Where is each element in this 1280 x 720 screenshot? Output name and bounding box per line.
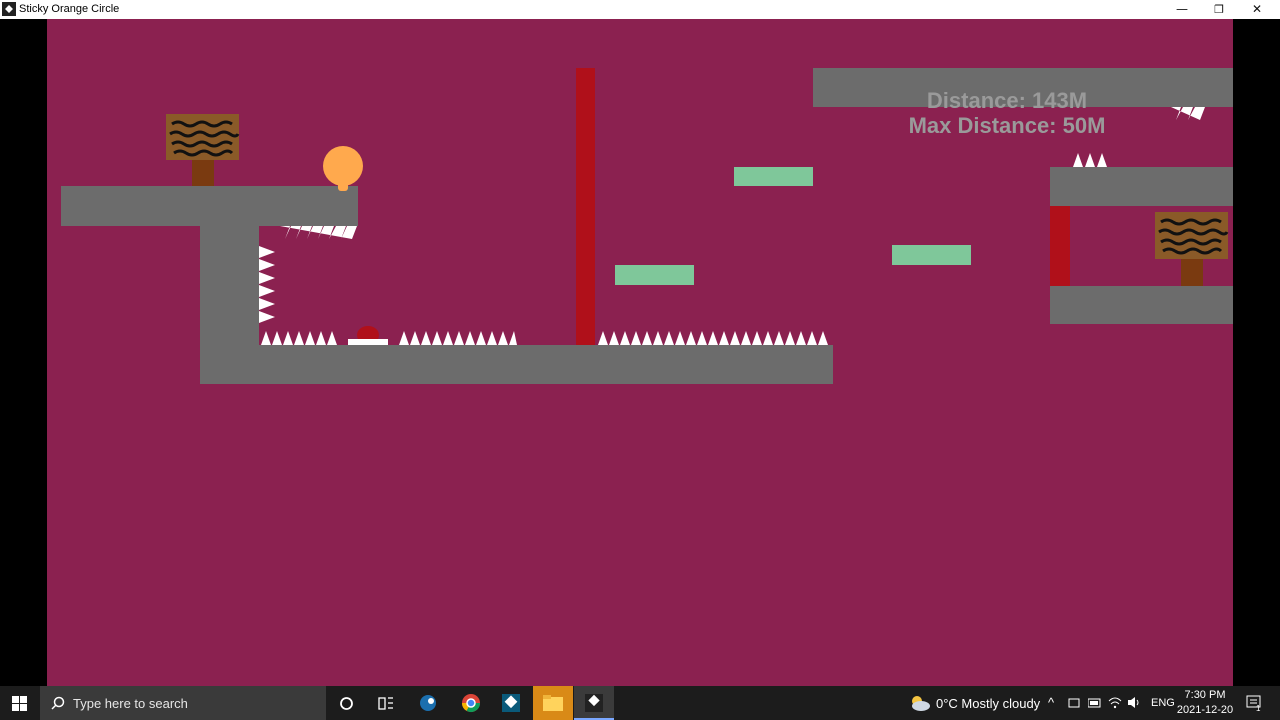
right-upper-platform (1050, 167, 1233, 206)
clock-time[interactable]: 7:30 PM (1180, 689, 1230, 701)
max-distance-text: Max Distance: 50M (908, 113, 1106, 138)
window-title: Sticky Orange Circle (19, 3, 120, 15)
red-hazard-wall (576, 68, 595, 345)
platform-spikes-right (1073, 153, 1107, 167)
windows-start-icon[interactable] (12, 696, 27, 711)
volume-icon[interactable] (1127, 696, 1141, 709)
task-view-icon[interactable] (378, 696, 394, 711)
tray-chevron-up-icon[interactable]: ^ (1048, 695, 1054, 710)
clock-date[interactable]: 2021-12-20 (1176, 704, 1234, 716)
taskbar-search-box[interactable]: Type here to search (40, 686, 326, 720)
weather-text[interactable]: 0°C Mostly cloudy (936, 696, 1040, 711)
start-platform (61, 186, 358, 226)
search-placeholder: Type here to search (73, 696, 188, 711)
signpost-left (166, 114, 240, 186)
player-orange-circle (323, 146, 363, 191)
pressure-button (348, 326, 388, 345)
file-explorer-icon[interactable] (533, 686, 573, 720)
battery-icon[interactable] (1088, 698, 1102, 708)
sticky-orange-circle-taskbar-icon[interactable] (574, 686, 614, 720)
notification-count-badge: 1 (1256, 704, 1261, 713)
search-icon (51, 696, 65, 710)
floor-spikes-2 (399, 331, 517, 345)
red-hazard-wall-small (1050, 206, 1070, 286)
floor-platform (200, 345, 833, 384)
game-canvas[interactable]: Distance: 143M Max Distance: 50M (47, 19, 1233, 686)
signpost-right (1155, 212, 1229, 286)
hud: Distance: 143M Max Distance: 50M (827, 88, 1187, 138)
distance-text: Distance: 143M (926, 88, 1088, 113)
title-bar: Sticky Orange Circle — ❐ ✕ (0, 0, 1280, 19)
steam-icon[interactable] (408, 686, 448, 720)
maximize-button[interactable]: ❐ (1200, 0, 1238, 19)
floating-platform (615, 265, 694, 285)
app-icon (2, 2, 16, 16)
floating-platform (734, 167, 813, 186)
ceiling-spikes-left (280, 226, 357, 239)
floor-spikes-3 (598, 331, 828, 345)
meet-now-icon[interactable] (1068, 697, 1080, 709)
wall-spikes (259, 246, 275, 323)
taskbar: Type here to search 0°C Mostly cloudy ^ (0, 686, 1280, 720)
wifi-icon[interactable] (1108, 695, 1122, 709)
close-button[interactable]: ✕ (1238, 0, 1276, 19)
cortana-icon[interactable] (339, 696, 354, 711)
game-maker-icon[interactable] (491, 686, 531, 720)
right-lower-platform (1050, 286, 1233, 324)
minimize-button[interactable]: — (1163, 0, 1201, 19)
chrome-icon[interactable] (450, 686, 490, 720)
floating-platform (892, 245, 971, 265)
language-indicator[interactable]: ENG (1151, 697, 1175, 709)
floor-spikes-1 (261, 331, 337, 345)
weather-cloud-icon[interactable] (909, 694, 931, 712)
